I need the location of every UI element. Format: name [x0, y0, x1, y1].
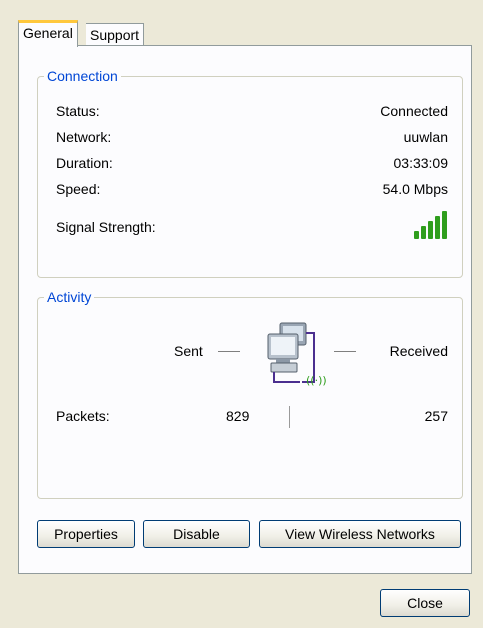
svg-text:((·)): ((·))	[306, 374, 327, 387]
network-value: uuwlan	[403, 129, 448, 145]
general-tab-panel: Connection Status: Connected Network: uu…	[18, 45, 472, 574]
packets-label: Packets:	[56, 408, 110, 424]
received-label: Received	[389, 343, 448, 359]
sent-label: Sent	[174, 343, 203, 359]
duration-label: Duration:	[56, 155, 113, 171]
speed-row: Speed: 54.0 Mbps	[56, 179, 448, 199]
view-wireless-networks-button[interactable]: View Wireless Networks	[259, 520, 461, 548]
signal-bar	[421, 226, 426, 239]
signal-bar	[414, 231, 419, 239]
speed-value: 54.0 Mbps	[382, 181, 448, 197]
packets-divider	[289, 406, 290, 428]
connection-group: Connection Status: Connected Network: uu…	[37, 67, 463, 278]
duration-value: 03:33:09	[393, 155, 449, 171]
wireless-network-computers-icon: ((·))	[267, 322, 327, 387]
tab-support[interactable]: Support	[86, 23, 145, 45]
packets-received-value: 257	[424, 408, 448, 424]
signal-strength-label: Signal Strength:	[56, 219, 156, 235]
signal-bar	[428, 221, 433, 239]
signal-bar	[442, 211, 447, 239]
tab-general[interactable]: General	[18, 20, 78, 47]
signal-strength-icon	[414, 211, 447, 239]
network-row: Network: uuwlan	[56, 127, 448, 147]
close-button[interactable]: Close	[380, 589, 470, 617]
speed-label: Speed:	[56, 181, 101, 197]
network-label: Network:	[56, 129, 112, 145]
activity-group: Activity Sent ((·)) Received Packets: 82…	[37, 288, 463, 499]
properties-button[interactable]: Properties	[37, 520, 135, 548]
disable-button[interactable]: Disable	[143, 520, 250, 548]
activity-legend: Activity	[44, 288, 95, 306]
sent-connector-line	[218, 351, 240, 352]
duration-row: Duration: 03:33:09	[56, 153, 448, 173]
status-row: Status: Connected	[56, 101, 448, 121]
received-connector-line	[334, 351, 356, 352]
packets-sent-value: 829	[226, 408, 250, 424]
signal-bar	[435, 216, 440, 239]
status-value: Connected	[380, 103, 448, 119]
connection-legend: Connection	[44, 67, 121, 85]
status-label: Status:	[56, 103, 100, 119]
signal-row: Signal Strength:	[56, 211, 448, 239]
